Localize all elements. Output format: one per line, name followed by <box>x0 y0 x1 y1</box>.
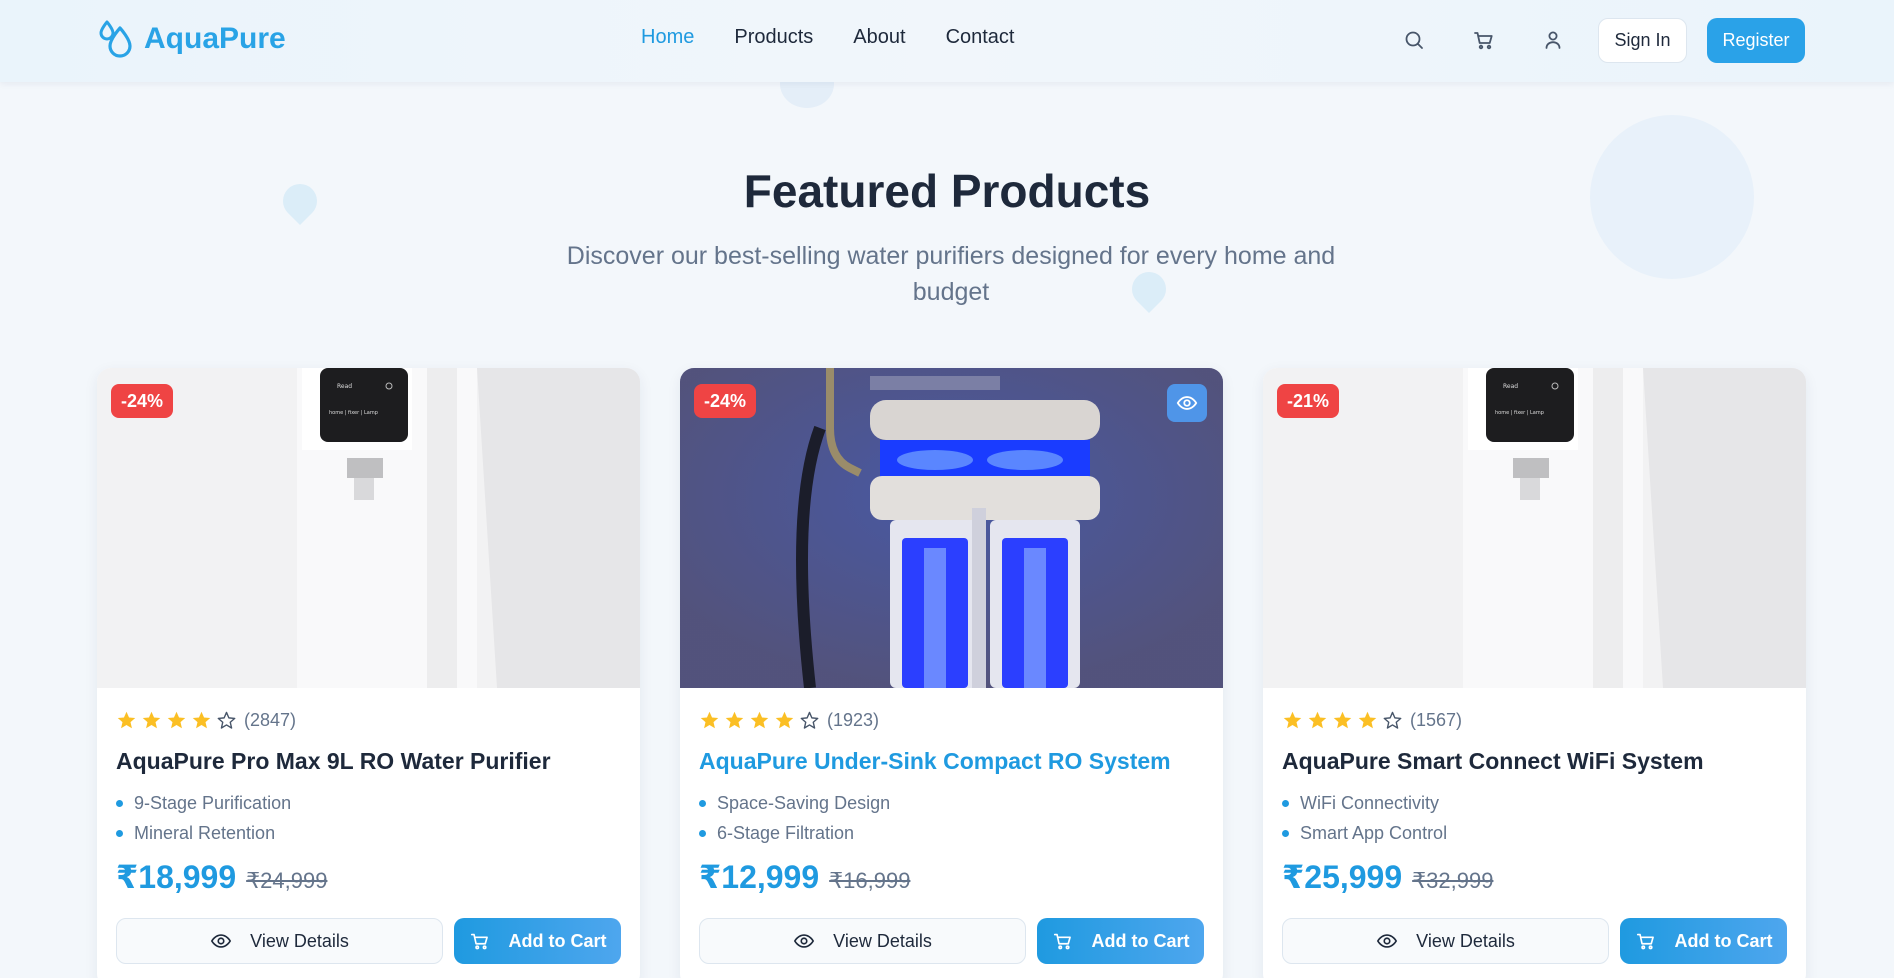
add-to-cart-label: Add to Cart <box>1674 930 1773 951</box>
feature-list: Space-Saving Design 6-Stage Filtration <box>699 788 890 848</box>
price-row: ₹18,999 ₹24,999 <box>116 858 327 896</box>
review-count: (2847) <box>244 710 297 730</box>
feature-item: Space-Saving Design <box>699 788 890 818</box>
price-row: ₹12,999 ₹16,999 <box>699 858 910 896</box>
brand-logo[interactable]: AquaPure <box>98 20 286 58</box>
review-count: (1923) <box>827 710 880 730</box>
nav-about[interactable]: About <box>853 26 905 49</box>
water-drops-icon <box>98 20 134 58</box>
view-details-button[interactable]: View Details <box>699 918 1026 964</box>
feature-list: 9-Stage Purification Mineral Retention <box>116 788 291 848</box>
quick-view-button[interactable] <box>1167 384 1207 422</box>
add-to-cart-button[interactable]: Add to Cart <box>454 918 621 964</box>
product-image[interactable]: Read home | fixer | Lamp -24% <box>97 368 640 688</box>
add-to-cart-label: Add to Cart <box>1091 930 1190 951</box>
add-to-cart-button[interactable]: Add to Cart <box>1620 918 1787 964</box>
sign-in-button[interactable]: Sign In <box>1598 18 1687 63</box>
discount-badge: -24% <box>111 384 174 418</box>
original-price: ₹32,999 <box>1412 868 1494 893</box>
product-image[interactable]: Read home | fixer | Lamp -21% <box>1263 368 1806 688</box>
star-filled-icon <box>725 711 744 729</box>
star-filled-icon <box>142 711 161 729</box>
view-details-label: View Details <box>1416 930 1515 951</box>
svg-text:Read: Read <box>337 383 352 390</box>
star-empty-icon <box>800 711 819 729</box>
price: ₹25,999 <box>1282 859 1403 895</box>
view-details-label: View Details <box>833 930 932 951</box>
discount-badge: -21% <box>1277 384 1340 418</box>
star-filled-icon <box>1333 711 1352 729</box>
star-filled-icon <box>167 711 186 729</box>
product-card: Read home | fixer | Lamp -24% (2847) Aqu… <box>97 368 640 978</box>
star-filled-icon <box>1358 711 1377 729</box>
star-empty-icon <box>217 711 236 729</box>
feature-item: 6-Stage Filtration <box>699 818 890 848</box>
feature-list: WiFi Connectivity Smart App Control <box>1282 788 1447 848</box>
view-details-button[interactable]: View Details <box>1282 918 1609 964</box>
review-count: (1567) <box>1410 710 1463 730</box>
add-to-cart-button[interactable]: Add to Cart <box>1037 918 1204 964</box>
feature-item: Mineral Retention <box>116 818 291 848</box>
rating: (1567) <box>1282 710 1462 731</box>
section-subtitle: Discover our best-selling water purifier… <box>566 242 1336 306</box>
cart-icon <box>1636 933 1654 950</box>
price-row: ₹25,999 ₹32,999 <box>1282 858 1493 896</box>
rating: (2847) <box>116 710 296 731</box>
nav-contact[interactable]: Contact <box>946 26 1015 49</box>
eye-icon <box>1377 934 1398 948</box>
brand-name: AquaPure <box>144 22 286 55</box>
section-title: Featured Products <box>743 165 1151 217</box>
star-filled-icon <box>700 711 719 729</box>
star-filled-icon <box>775 711 794 729</box>
product-card: Read home | fixer | Lamp -21% (1567) Aqu… <box>1263 368 1806 978</box>
star-filled-icon <box>1283 711 1302 729</box>
price: ₹12,999 <box>699 859 820 895</box>
cart-icon[interactable] <box>1472 28 1496 52</box>
product-name[interactable]: AquaPure Smart Connect WiFi System <box>1282 748 1704 775</box>
star-filled-icon <box>192 711 211 729</box>
product-name[interactable]: AquaPure Pro Max 9L RO Water Purifier <box>116 748 551 775</box>
feature-item: Smart App Control <box>1282 818 1447 848</box>
rating: (1923) <box>699 710 879 731</box>
feature-item: 9-Stage Purification <box>116 788 291 818</box>
svg-text:home | fixer | Lamp: home | fixer | Lamp <box>329 410 378 416</box>
discount-badge: -24% <box>694 384 757 418</box>
svg-text:Read: Read <box>1503 383 1518 390</box>
eye-icon <box>794 934 815 948</box>
site-header: AquaPure Home Products About Contact Sig… <box>0 0 1894 82</box>
main-nav: Home Products About Contact <box>641 26 1015 49</box>
svg-text:home | fixer | Lamp: home | fixer | Lamp <box>1495 410 1544 416</box>
cart-icon <box>1053 933 1071 950</box>
original-price: ₹24,999 <box>246 868 328 893</box>
star-filled-icon <box>117 711 136 729</box>
search-icon[interactable] <box>1402 28 1426 52</box>
star-filled-icon <box>750 711 769 729</box>
view-details-button[interactable]: View Details <box>116 918 443 964</box>
original-price: ₹16,999 <box>829 868 911 893</box>
star-filled-icon <box>1308 711 1327 729</box>
register-button[interactable]: Register <box>1707 18 1805 63</box>
cart-icon <box>470 933 488 950</box>
eye-icon <box>1176 396 1198 410</box>
user-icon[interactable] <box>1541 28 1565 52</box>
nav-home[interactable]: Home <box>641 26 694 49</box>
feature-item: WiFi Connectivity <box>1282 788 1447 818</box>
add-to-cart-label: Add to Cart <box>508 930 607 951</box>
star-empty-icon <box>1383 711 1402 729</box>
product-card: -24% (1923) AquaPure Under-Sink Compact … <box>680 368 1223 978</box>
price: ₹18,999 <box>116 859 237 895</box>
nav-products[interactable]: Products <box>734 26 813 49</box>
eye-icon <box>211 934 232 948</box>
view-details-label: View Details <box>250 930 349 951</box>
product-image[interactable]: -24% <box>680 368 1223 688</box>
product-name[interactable]: AquaPure Under-Sink Compact RO System <box>699 748 1171 775</box>
